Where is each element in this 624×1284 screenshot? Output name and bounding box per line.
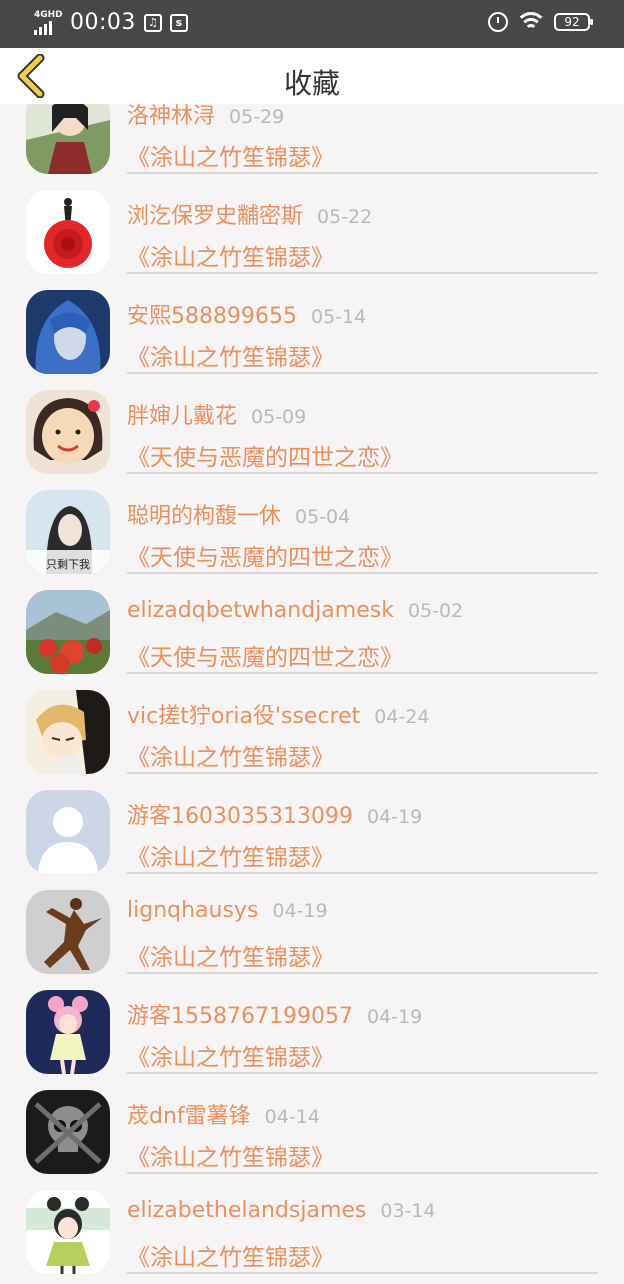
battery-level: 92: [564, 15, 580, 29]
divider: [127, 672, 598, 674]
book-title[interactable]: 《涂山之竹笙锦瑟》: [127, 838, 334, 872]
avatar[interactable]: [26, 790, 110, 874]
list-item[interactable]: 只剩下我 聪明的枸馥一休 05-04 《天使与恶魔的四世之恋》: [0, 484, 624, 584]
status-bar: 4GHD 00:03 ♫ s 92: [0, 0, 624, 48]
item-header: elizadqbetwhandjamesk 05-02: [127, 598, 463, 623]
avatar[interactable]: [26, 390, 110, 474]
username[interactable]: 游客1603035313099: [127, 804, 353, 829]
divider: [127, 1272, 598, 1274]
status-right: 92: [488, 12, 593, 32]
book-title[interactable]: 《天使与恶魔的四世之恋》: [127, 438, 403, 472]
date-label: 04-19: [366, 1006, 423, 1028]
item-header: 荗dnf雷薯锋 04-14: [127, 1098, 320, 1130]
item-header: elizabethelandsjames 03-14: [127, 1198, 436, 1223]
list-item[interactable]: 荗dnf雷薯锋 04-14 《涂山之竹笙锦瑟》: [0, 1084, 624, 1184]
date-label: 04-19: [272, 900, 328, 922]
username[interactable]: 洛神林浔: [127, 104, 215, 129]
book-title[interactable]: 《天使与恶魔的四世之恋》: [127, 538, 403, 572]
divider: [127, 1072, 598, 1074]
avatar[interactable]: [26, 890, 110, 974]
item-header: 浏汔保罗史黼密斯 05-22: [127, 198, 372, 230]
date-label: 04-24: [374, 706, 430, 728]
item-header: lignqhausys 04-19: [127, 898, 328, 923]
item-header: 胖婶儿戴花 05-09: [127, 398, 306, 430]
book-title[interactable]: 《涂山之竹笙锦瑟》: [127, 338, 334, 372]
music-icon: ♫: [143, 13, 162, 32]
list-item[interactable]: elizadqbetwhandjamesk 05-02 《天使与恶魔的四世之恋》: [0, 584, 624, 684]
username[interactable]: 荗dnf雷薯锋: [127, 1104, 251, 1129]
book-title[interactable]: 《涂山之竹笙锦瑟》: [127, 1038, 334, 1072]
list-item[interactable]: 游客1558767199057 04-19 《涂山之竹笙锦瑟》: [0, 984, 624, 1084]
avatar[interactable]: [26, 290, 110, 374]
avatar[interactable]: [26, 990, 110, 1074]
book-title[interactable]: 《涂山之竹笙锦瑟》: [127, 938, 334, 972]
username[interactable]: elizabethelandsjames: [127, 1198, 366, 1223]
book-title[interactable]: 《天使与恶魔的四世之恋》: [127, 638, 403, 672]
avatar[interactable]: [26, 1090, 110, 1174]
date-label: 05-04: [295, 506, 351, 528]
book-title[interactable]: 《涂山之竹笙锦瑟》: [127, 738, 334, 772]
list-item[interactable]: 胖婶儿戴花 05-09 《天使与恶魔的四世之恋》: [0, 384, 624, 484]
sim-icon: s: [169, 13, 188, 32]
list-item[interactable]: 游客1603035313099 04-19 《涂山之竹笙锦瑟》: [0, 784, 624, 884]
date-label: 03-14: [380, 1200, 436, 1222]
divider: [127, 172, 598, 174]
avatar[interactable]: [26, 1190, 110, 1274]
clock: 00:03: [70, 10, 136, 35]
username[interactable]: elizadqbetwhandjamesk: [127, 598, 394, 623]
divider: [127, 1172, 598, 1174]
item-header: 游客1558767199057 04-19: [127, 998, 422, 1030]
divider: [127, 872, 598, 874]
book-title[interactable]: 《涂山之竹笙锦瑟》: [127, 1138, 334, 1172]
list-item[interactable]: elizabethelandsjames 03-14 《涂山之竹笙锦瑟》: [0, 1184, 624, 1284]
username[interactable]: 浏汔保罗史黼密斯: [127, 204, 303, 229]
username[interactable]: 游客1558767199057: [127, 1004, 353, 1029]
book-title[interactable]: 《涂山之竹笙锦瑟》: [127, 138, 334, 172]
divider: [127, 372, 598, 374]
list-item[interactable]: vic搓t狞oria役'ssecret 04-24 《涂山之竹笙锦瑟》: [0, 684, 624, 784]
item-header: 游客1603035313099 04-19: [127, 798, 422, 830]
username[interactable]: lignqhausys: [127, 898, 258, 923]
divider: [127, 472, 598, 474]
book-title[interactable]: 《涂山之竹笙锦瑟》: [127, 1238, 334, 1272]
list-item[interactable]: 浏汔保罗史黼密斯 05-22 《涂山之竹笙锦瑟》: [0, 184, 624, 284]
date-label: 04-14: [264, 1106, 320, 1128]
divider: [127, 772, 598, 774]
avatar[interactable]: [26, 590, 110, 674]
page-title: 收藏: [283, 67, 340, 100]
date-label: 05-29: [229, 106, 285, 128]
book-title[interactable]: 《涂山之竹笙锦瑟》: [127, 238, 334, 272]
divider: [127, 572, 598, 574]
signal-icon: 4GHD: [34, 9, 63, 35]
favorites-list: 洛神林浔 05-29 《涂山之竹笙锦瑟》 浏汔保罗史黼密斯 05-22 《涂山之竹笙…: [0, 84, 624, 1284]
item-header: vic搓t狞oria役'ssecret 04-24: [127, 698, 430, 730]
status-left: 4GHD 00:03 ♫ s: [34, 10, 188, 35]
date-label: 05-02: [407, 600, 464, 622]
date-label: 05-14: [310, 306, 367, 328]
item-header: 聪明的枸馥一休 05-04: [127, 498, 350, 530]
username[interactable]: 安熙588899655: [127, 304, 297, 329]
date-label: 04-19: [366, 806, 423, 828]
divider: [127, 972, 598, 974]
alarm-icon: [488, 12, 508, 32]
avatar[interactable]: [26, 690, 110, 774]
username[interactable]: 胖婶儿戴花: [127, 404, 237, 429]
divider: [127, 272, 598, 274]
nav-bar: 收藏: [0, 48, 624, 104]
wifi-icon: [518, 12, 544, 32]
item-header: 安熙588899655 05-14: [127, 298, 366, 330]
network-type-label: 4GHD: [34, 9, 63, 20]
avatar[interactable]: 只剩下我: [26, 490, 110, 574]
avatar-caption: 只剩下我: [46, 558, 90, 571]
date-label: 05-09: [251, 406, 307, 428]
username[interactable]: 聪明的枸馥一休: [127, 504, 281, 529]
list-item[interactable]: lignqhausys 04-19 《涂山之竹笙锦瑟》: [0, 884, 624, 984]
avatar[interactable]: [26, 190, 110, 274]
date-label: 05-22: [317, 206, 373, 228]
username[interactable]: vic搓t狞oria役'ssecret: [127, 704, 360, 729]
list-item[interactable]: 安熙588899655 05-14 《涂山之竹笙锦瑟》: [0, 284, 624, 384]
battery-icon: 92: [554, 13, 593, 31]
